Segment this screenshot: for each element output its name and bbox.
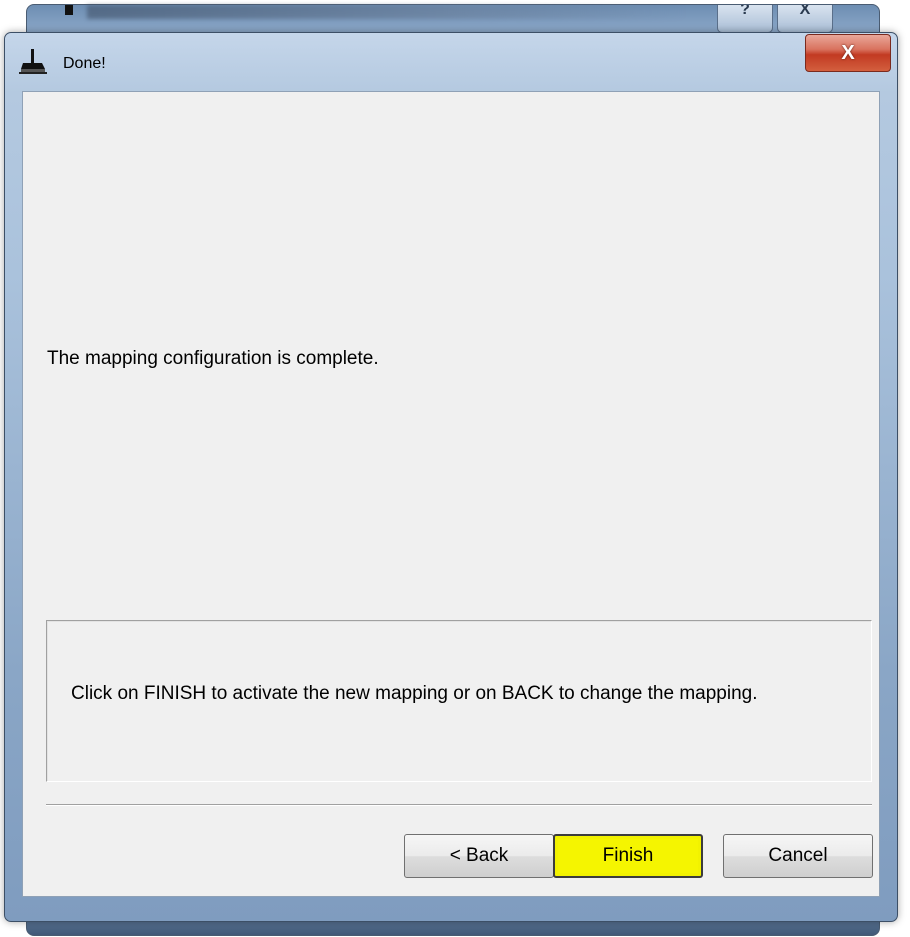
background-window-icon (65, 5, 73, 15)
back-button-label: < Back (449, 845, 509, 866)
close-icon: X (799, 5, 811, 18)
help-icon: ? (740, 5, 750, 18)
dialog-titlebar[interactable]: Done! X (5, 33, 897, 91)
close-button[interactable]: X (805, 34, 891, 72)
back-button[interactable]: < Back (404, 834, 554, 878)
finish-button-face: Finish (558, 839, 698, 873)
background-close-button[interactable]: X (777, 5, 833, 33)
finish-button[interactable]: Finish (553, 834, 703, 878)
info-panel: Click on FINISH to activate the new mapp… (46, 620, 872, 782)
dialog-title: Done! (63, 55, 106, 72)
close-icon: X (841, 41, 855, 64)
finish-button-label: Finish (602, 845, 654, 866)
dialog-content: The mapping configuration is complete. C… (22, 91, 880, 897)
separator (46, 804, 872, 806)
background-help-button[interactable]: ? (717, 5, 773, 33)
app-icon (19, 49, 47, 74)
background-window-title-blurred (87, 5, 687, 19)
cancel-button[interactable]: Cancel (723, 834, 873, 878)
completion-message: The mapping configuration is complete. (47, 348, 379, 369)
cancel-button-label: Cancel (768, 845, 828, 866)
info-text: Click on FINISH to activate the new mapp… (71, 683, 758, 704)
done-dialog: Done! X The mapping configuration is com… (4, 32, 898, 922)
